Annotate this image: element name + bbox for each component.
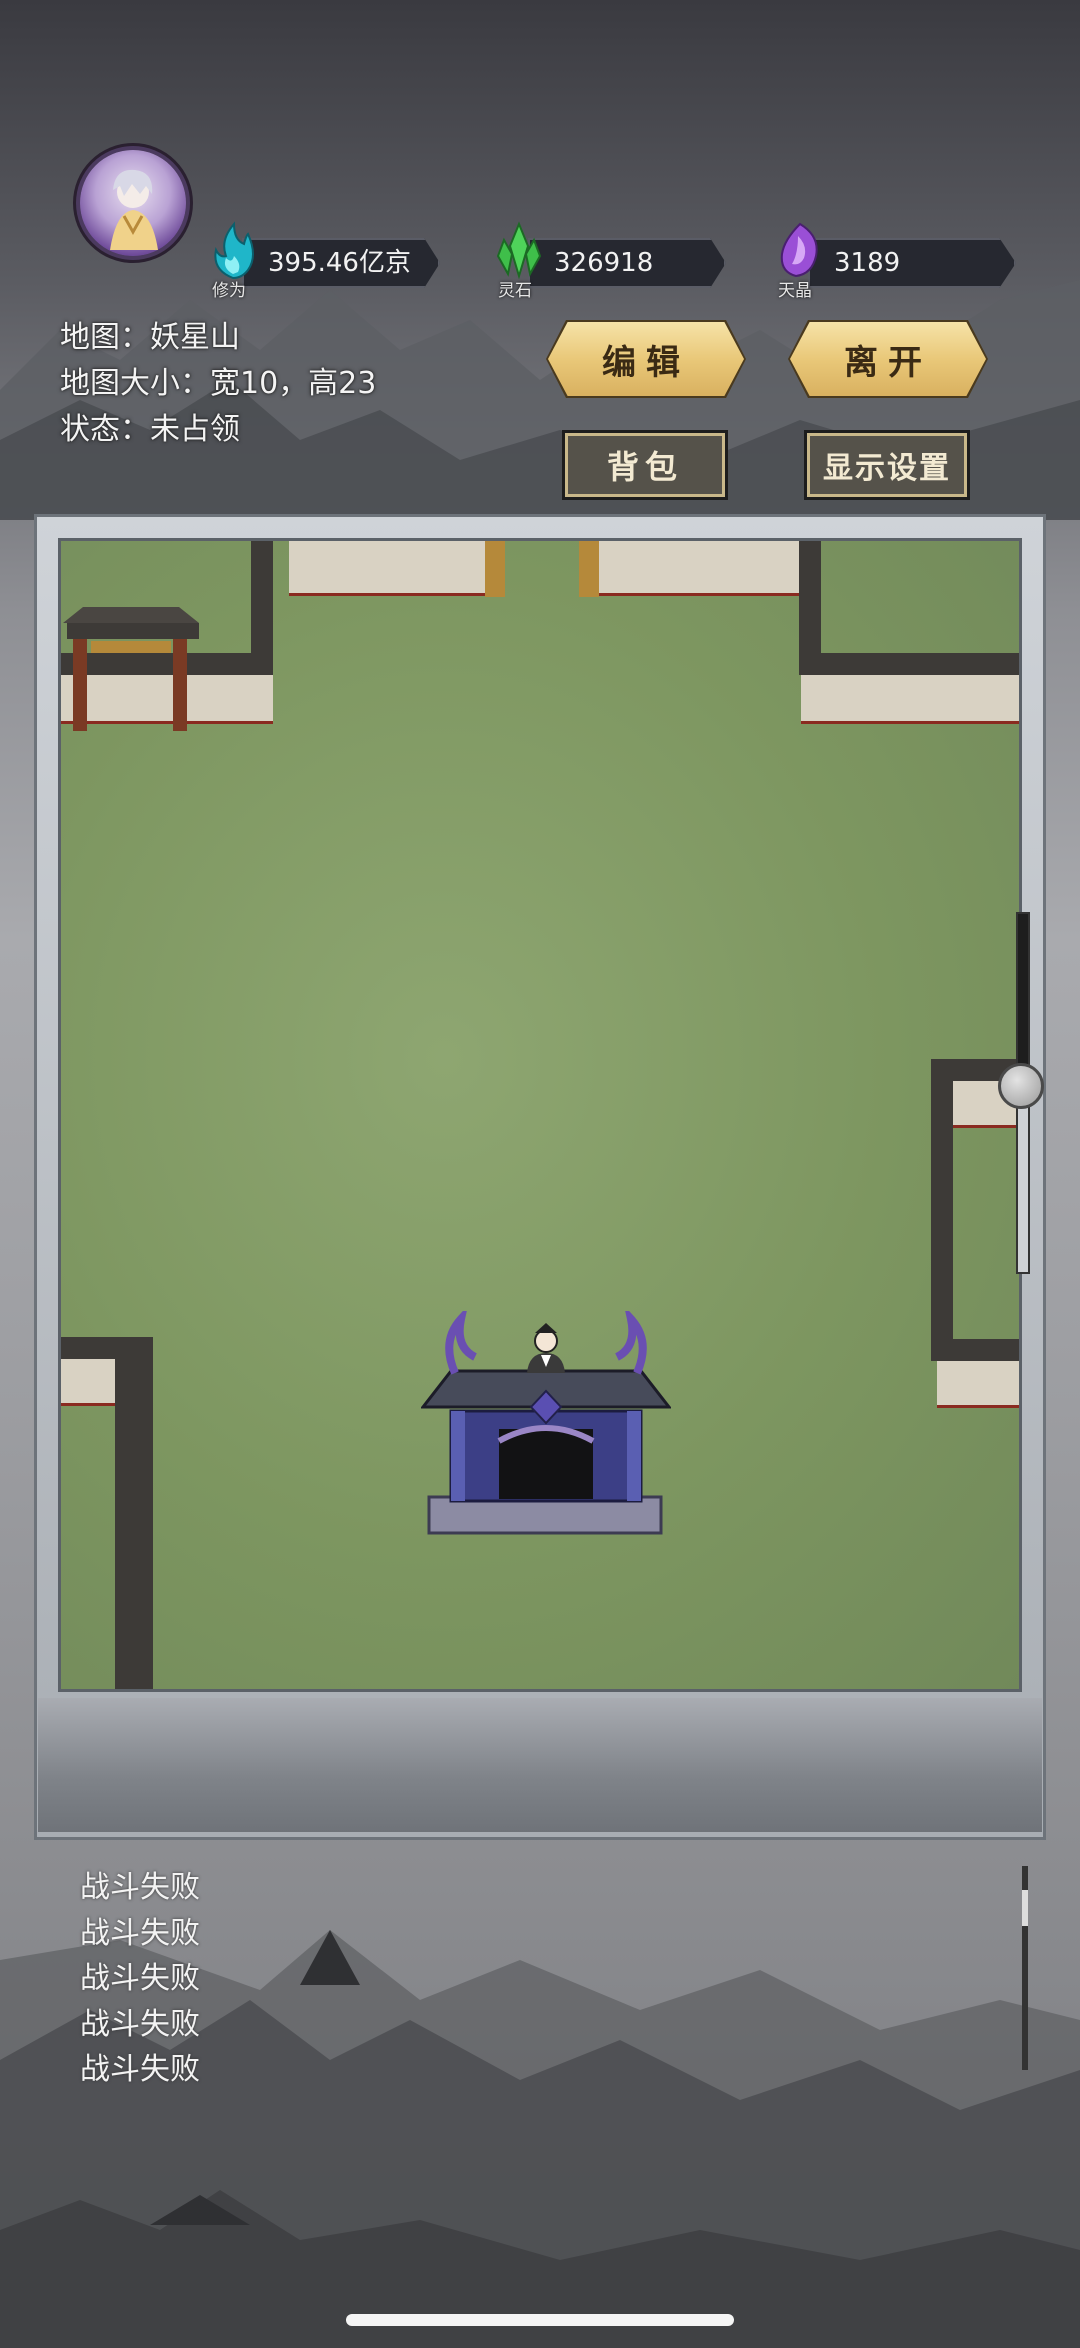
resource-cultivation: 395.46亿京 修为: [208, 221, 440, 301]
battle-log-entry: 战斗失败: [80, 1915, 200, 1951]
display-settings-button[interactable]: 显示设置: [804, 430, 970, 500]
resource-sky-crystal: 3189 天晶: [774, 222, 1016, 301]
battle-log-entry: 战斗失败: [80, 2006, 200, 2042]
battle-log-entry: 战斗失败: [80, 2052, 200, 2088]
wall-segment: [799, 653, 1019, 675]
wall-segment: [289, 541, 505, 596]
wall-segment: [931, 1059, 953, 1359]
zoom-slider-handle[interactable]: [998, 1062, 1044, 1109]
map-mist-strip: [38, 1698, 1042, 1832]
spirit-stone-icon: [496, 221, 542, 280]
map-viewport[interactable]: [58, 538, 1022, 1692]
wall-segment: [251, 541, 273, 653]
zoom-slider-fill: [1018, 914, 1028, 1088]
edit-button-frame: 编辑: [546, 320, 746, 398]
wall-segment: [799, 541, 821, 653]
cultivation-label: 修为: [212, 281, 246, 301]
resource-spirit-stone: 326918 灵石: [494, 221, 726, 301]
wall-segment: [599, 541, 799, 596]
wall-segment: [931, 1339, 1019, 1361]
leave-button[interactable]: 离开: [790, 322, 986, 396]
battle-log-entry: 战斗失败: [80, 1870, 200, 1905]
wall-segment: [937, 1361, 1019, 1408]
cultivation-value: 395.46亿京: [268, 248, 411, 278]
edit-button[interactable]: 编辑: [548, 322, 744, 396]
home-indicator[interactable]: [346, 2314, 734, 2326]
battle-log: 战斗失败 战斗失败 战斗失败 战斗失败 战斗失败: [80, 1865, 200, 2093]
spirit-stone-value: 326918: [554, 248, 654, 278]
sky-crystal-icon: [780, 222, 818, 278]
character-portrait-icon: [110, 169, 158, 250]
spirit-stone-label: 灵石: [498, 281, 532, 301]
cultivation-flame-icon: [214, 221, 254, 280]
demon-temple-building[interactable]: [421, 1311, 671, 1541]
map-status: 状态：未占领: [60, 412, 240, 447]
wall-segment: [61, 1359, 115, 1406]
battle-log-scroll-thumb[interactable]: [1022, 1890, 1028, 1926]
player-avatar[interactable]: [80, 150, 186, 256]
map-name: 地图：妖星山: [60, 320, 240, 355]
wall-pillar: [579, 541, 599, 597]
battle-log-entry: 战斗失败: [80, 1961, 200, 1997]
sky-crystal-label: 天晶: [778, 281, 812, 301]
archway-gate: [63, 607, 199, 731]
leave-button-frame: 离开: [788, 320, 988, 398]
backpack-button[interactable]: 背包: [562, 430, 728, 500]
sky-crystal-value: 3189: [834, 248, 901, 278]
wall-pillar: [485, 541, 505, 597]
wall-segment: [115, 1337, 153, 1689]
map-size: 地图大小：宽10，高23: [60, 366, 377, 401]
wall-segment: [801, 675, 1019, 724]
